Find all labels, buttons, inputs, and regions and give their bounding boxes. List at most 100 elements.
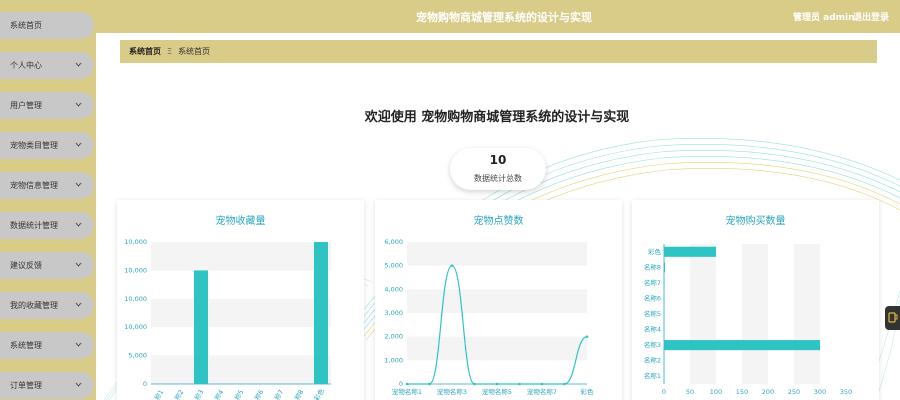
x-tick-label: 50 — [686, 388, 694, 396]
x-tick-label: 250 — [788, 388, 800, 396]
chevron-down-icon — [75, 182, 82, 187]
y-tick-label: 名称7 — [644, 278, 661, 287]
sidebar-item-1[interactable]: 个人中心 — [0, 52, 94, 79]
sidebar-item-label: 我的收藏管理 — [10, 301, 58, 310]
sidebar: 系统首页 个人中心 用户管理 宠物类目管理 宠物信息管理 数据统计管理 建议反馈 我的收藏管理… — [0, 0, 96, 400]
sidebar-item-3[interactable]: 宠物类目管理 — [0, 132, 94, 159]
sidebar-item-7[interactable]: 我的收藏管理 — [0, 292, 94, 319]
grid-band — [690, 244, 716, 384]
chevron-down-icon — [75, 222, 82, 227]
x-tick-label: 称5 — [232, 388, 245, 400]
grid-band — [151, 298, 331, 328]
x-tick-label: 称2 — [172, 388, 185, 400]
chart-card-likes: 宠物点赞数 0 1,000 2,000 3,000 4,000 5,000 6,000 宠物名… — [375, 200, 622, 400]
y-tick-label: 名称6 — [644, 293, 661, 302]
y-tick-label: 6,000 — [384, 238, 403, 246]
sidebar-item-8[interactable]: 系统管理 — [0, 332, 94, 359]
x-tick-label: 宠物名称3 — [437, 387, 467, 396]
y-tick-label: 10,000 — [124, 238, 147, 246]
y-tick-label: 10,000 — [124, 266, 147, 274]
x-tick-label: 300 — [814, 388, 826, 396]
sidebar-item-6[interactable]: 建议反馈 — [0, 252, 94, 279]
y-tick-label: 3,000 — [384, 309, 403, 317]
side-tool-button[interactable] — [885, 306, 900, 330]
y-tick-label: 10,000 — [124, 295, 147, 303]
x-tick-label: 称8 — [292, 388, 305, 400]
y-tick-label: 名称8 — [644, 262, 661, 271]
data-point — [495, 382, 499, 386]
breadcrumb-home[interactable]: 系统首页 — [129, 46, 161, 57]
sidebar-item-label: 建议反馈 — [10, 261, 42, 270]
chevron-down-icon — [75, 302, 82, 307]
chart-likes: 0 1,000 2,000 3,000 4,000 5,000 6,000 宠物名称1 宠物名称… — [384, 238, 595, 396]
sidebar-item-label: 宠物信息管理 — [10, 181, 58, 190]
x-tick-label: 100 — [710, 388, 722, 396]
y-tick-label: 4,000 — [384, 285, 403, 293]
data-point — [540, 382, 544, 386]
chart-favorites: 0 5,000 10,000 10,000 10,000 10,000 称1 称2 称3 称4 称5… — [124, 238, 331, 400]
x-tick-label: 200 — [762, 388, 774, 396]
sidebar-item-label: 系统首页 — [10, 21, 42, 30]
bar — [664, 293, 665, 304]
y-tick-label: 0 — [143, 380, 147, 388]
x-tick-label: 宠物名称7 — [527, 387, 557, 396]
x-tick-label: 0 — [662, 388, 666, 396]
bar — [664, 355, 665, 366]
stat-total-label: 数据统计总数 — [474, 174, 522, 183]
x-tick-label: 称6 — [252, 388, 265, 400]
sidebar-item-4[interactable]: 宠物信息管理 — [0, 172, 94, 199]
bar — [664, 262, 666, 273]
data-point — [450, 264, 454, 267]
y-tick-label: 名称3 — [644, 340, 661, 349]
grid-band — [151, 242, 331, 271]
bar — [664, 308, 665, 320]
top-header: 宠物购物商城管理系统的设计与实现 管理员 admin 退出登录 — [96, 0, 900, 33]
breadcrumb: 系统首页 Ξ 系统首页 — [120, 40, 877, 63]
y-tick-label: 彩色 — [648, 247, 662, 256]
logout-link[interactable]: 退出登录 — [853, 10, 889, 23]
x-tick-label: 称4 — [212, 388, 225, 400]
y-tick-label: 2,000 — [384, 333, 403, 341]
bar — [664, 340, 820, 351]
bar — [664, 277, 665, 288]
sidebar-item-label: 数据统计管理 — [10, 221, 58, 230]
x-tick-label: 150 — [736, 388, 748, 396]
breadcrumb-current: 系统首页 — [178, 47, 211, 56]
stat-total-card: 10 数据统计总数 — [450, 148, 546, 190]
sidebar-item-0[interactable]: 系统首页 — [0, 12, 94, 39]
app-title: 宠物购物商城管理系统的设计与实现 — [416, 11, 592, 24]
x-tick-label: 称1 — [152, 388, 165, 400]
x-tick-label: 彩色 — [581, 387, 595, 396]
y-tick-label: 名称1 — [644, 371, 661, 380]
sidebar-item-label: 个人中心 — [10, 61, 42, 70]
grid-band — [407, 336, 587, 361]
chevron-down-icon — [75, 142, 82, 147]
current-user: 管理员 admin — [793, 13, 855, 23]
x-tick-label: 350 — [840, 388, 852, 396]
x-tick-label: 宠物名称5 — [482, 387, 512, 396]
y-tick-label: 10,000 — [124, 323, 147, 331]
series-line — [407, 265, 588, 385]
sidebar-item-label: 系统管理 — [10, 341, 42, 350]
grid-band — [742, 244, 768, 384]
data-point — [473, 382, 476, 386]
x-tick-label: 称3 — [192, 388, 205, 400]
bar — [194, 270, 208, 384]
x-tick-label: 称7 — [272, 388, 285, 400]
mug-icon — [888, 312, 898, 323]
sidebar-item-5[interactable]: 数据统计管理 — [0, 212, 94, 239]
chart-card-favorites: 宠物收藏量 0 5,000 10,000 10,000 10,000 10,000 称1 称2… — [117, 200, 364, 400]
bar — [314, 242, 328, 384]
bar — [664, 371, 665, 382]
data-point — [563, 382, 566, 386]
y-tick-label: 0 — [399, 380, 403, 388]
breadcrumb-separator: Ξ — [167, 47, 173, 56]
sidebar-item-9[interactable]: 订单管理 — [0, 372, 94, 399]
grid-band — [794, 244, 820, 384]
sidebar-item-label: 宠物类目管理 — [10, 141, 58, 150]
grid-band — [151, 355, 331, 384]
chart-card-purchases: 宠物购买数量 0 50 100 150 200 250 300 350 名称1 名称2 名称3 名称4… — [632, 200, 879, 400]
bar — [664, 246, 716, 257]
grid-band — [407, 242, 587, 266]
grid-band — [407, 289, 587, 313]
